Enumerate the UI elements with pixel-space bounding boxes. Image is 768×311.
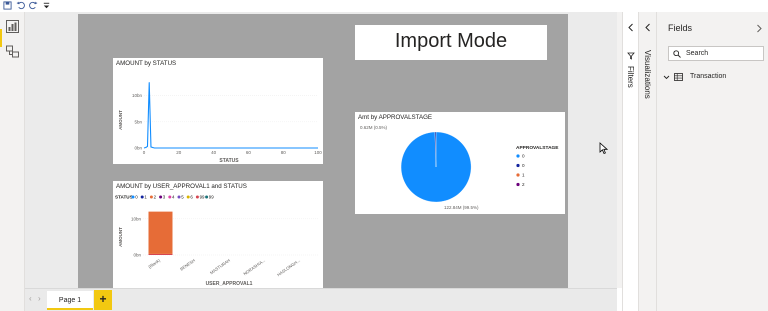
search-placeholder: Search [686, 50, 709, 57]
model-view-icon[interactable] [5, 44, 20, 59]
legend-label: 99 [200, 195, 205, 200]
legend-label: 1 [144, 195, 147, 200]
x-tick-label: 20 [176, 150, 182, 155]
view-rail [0, 12, 25, 311]
visualizations-label: Visualizations [643, 50, 652, 99]
save-icon[interactable] [3, 1, 12, 10]
user-approval1-bar-plot: STATUS AMOUNT USER_APPROVAL1 0 1 2 3 4 5 6 99 99… [115, 195, 318, 287]
filters-pane[interactable]: Filters [622, 12, 638, 311]
page-tab-bar: ‹ › Page 1 + [25, 288, 617, 311]
y-axis-label: AMOUNT [118, 110, 123, 130]
legend-label: 99 [209, 195, 214, 200]
x-tick-label: 0 [143, 150, 146, 155]
amt-by-approvalstage-chart[interactable]: Amt by APPROVALSTAGE 0.62M (0.5%) 122.84… [355, 112, 565, 214]
legend-title: STATUS [115, 195, 133, 200]
pie-data-label-large: 122.84M (99.5%) [444, 205, 479, 210]
expand-chevron-icon[interactable] [627, 23, 635, 32]
x-tick-label: MASTURAH [209, 258, 231, 276]
legend-label: 3 [163, 195, 166, 200]
active-view-indicator [0, 29, 2, 47]
bar-segment [148, 253, 173, 255]
y-tick-label: 10bn [132, 93, 143, 98]
table-name: Transaction [690, 73, 727, 80]
x-tick-label: NORASHIA... [242, 258, 266, 277]
x-tick-label: (Blank) [147, 257, 161, 269]
y-tick-label: 5bn [134, 119, 142, 124]
series-line [143, 82, 318, 149]
add-page-button[interactable]: + [94, 290, 112, 310]
amount-by-user-approval1-chart[interactable]: AMOUNT by USER_APPROVAL1 and STATUS STAT… [113, 181, 323, 288]
x-axis-label: USER_APPROVAL1 [206, 281, 253, 287]
legend-swatch [177, 195, 181, 199]
legend-swatch [186, 195, 190, 199]
visualizations-pane[interactable]: Visualizations [638, 12, 656, 311]
legend-swatch [516, 163, 520, 168]
legend-swatch [516, 182, 520, 187]
amount-by-status-chart[interactable]: AMOUNT by STATUS AMOUNT STATUS 10bn 5bn 0b… [113, 58, 323, 164]
chevron-down-icon[interactable] [663, 74, 670, 81]
legend-swatch [516, 154, 520, 158]
expand-chevron-icon[interactable] [644, 23, 652, 32]
approvalstage-pie-plot: 0.62M (0.5%) 122.84M (99.5%) APPROVALSTA… [360, 125, 559, 210]
report-title: Import Mode [394, 30, 508, 52]
filter-icon [627, 52, 635, 60]
legend-label: 1 [522, 173, 525, 178]
legend-label: 6 [190, 195, 193, 200]
fields-search-input[interactable]: Search [668, 46, 764, 61]
y-axis-label: AMOUNT [118, 227, 123, 247]
customize-icon[interactable] [42, 1, 51, 10]
x-tick-label: 100 [314, 150, 322, 155]
legend-swatch [140, 195, 144, 199]
x-tick-label: 60 [246, 150, 252, 155]
collapse-chevron-icon[interactable] [755, 24, 763, 33]
legend-label: 0 [135, 195, 138, 200]
legend-label: 5 [181, 195, 184, 200]
filters-label: Filters [626, 66, 635, 88]
tab-page-1[interactable]: Page 1 [47, 291, 93, 310]
legend-label: 4 [172, 195, 175, 200]
legend-swatch [516, 173, 520, 177]
x-tick-label: BENESH [179, 258, 196, 272]
x-tick-label: HASLONGH... [276, 258, 301, 278]
tab-scroll-left-icon[interactable]: ‹ [29, 294, 32, 303]
redo-icon[interactable] [29, 1, 38, 10]
legend-label: 0 [522, 163, 525, 168]
x-tick-label: 40 [211, 150, 217, 155]
x-axis-label: STATUS [219, 158, 239, 164]
legend-title: APPROVALSTAGE [516, 145, 559, 151]
y-tick-label: 10bn [131, 216, 142, 221]
fields-title: Fields [668, 23, 693, 33]
quick-access-toolbar [0, 0, 768, 12]
search-icon [673, 50, 681, 58]
legend-swatch [149, 195, 153, 199]
legend-label: 2 [522, 182, 525, 187]
tab-scroll-right-icon[interactable]: › [38, 294, 41, 303]
amount-by-status-plot: AMOUNT STATUS 10bn 5bn 0bn0 20 40 60 80 100 [118, 82, 322, 164]
report-view-icon[interactable] [5, 19, 20, 34]
table-icon [674, 73, 683, 81]
mouse-cursor-icon [599, 142, 608, 155]
legend-label: 0 [522, 154, 525, 159]
undo-icon[interactable] [16, 1, 25, 10]
bar-segment [148, 211, 173, 254]
fields-pane: Fields Search Transaction [656, 12, 768, 311]
title-textbox[interactable]: Import Mode [355, 25, 547, 60]
x-tick-label: 80 [281, 150, 287, 155]
legend-swatch [159, 195, 163, 199]
pie-data-label-small: 0.62M (0.5%) [360, 125, 388, 130]
y-tick-label: 0bn [133, 253, 141, 258]
legend-swatch [168, 195, 172, 199]
legend-swatch [205, 195, 209, 199]
legend-label: 2 [154, 195, 157, 200]
y-tick-label: 0bn [134, 146, 142, 151]
legend-swatch [131, 195, 135, 199]
legend-swatch [195, 195, 199, 199]
